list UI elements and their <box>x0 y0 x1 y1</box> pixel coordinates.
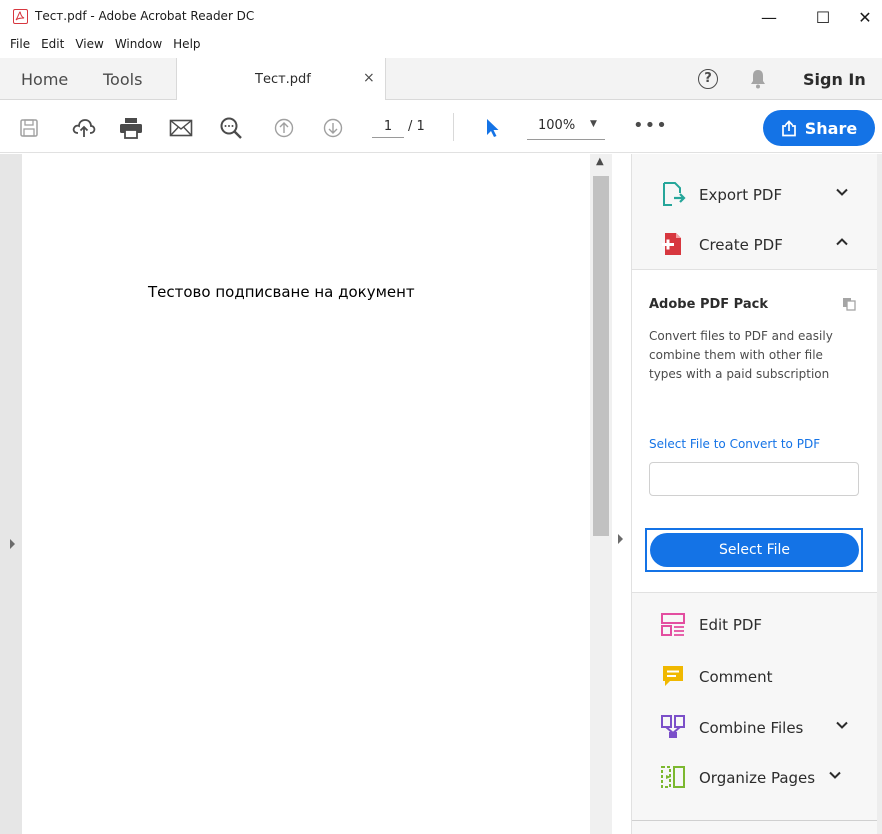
combine-files-label: Combine Files <box>699 719 804 737</box>
create-pdf-label: Create PDF <box>699 236 783 254</box>
maximize-button[interactable]: ☐ <box>806 4 840 30</box>
tab-tools[interactable]: Tools <box>103 70 142 89</box>
chevron-down-icon: ▼ <box>590 119 597 129</box>
menu-edit[interactable]: Edit <box>41 37 64 51</box>
print-icon[interactable] <box>118 115 144 141</box>
chevron-down-icon <box>829 771 841 779</box>
menu-help[interactable]: Help <box>173 37 200 51</box>
tools-pane: Export PDF Create PDF Adobe PDF Pack Con… <box>632 154 882 834</box>
tool-comment[interactable]: Comment <box>632 653 877 701</box>
share-label: Share <box>804 118 858 138</box>
menu-file[interactable]: File <box>10 37 30 51</box>
export-pdf-icon <box>663 182 686 206</box>
upload-icon[interactable] <box>71 115 97 141</box>
pdf-page: Тестово подписване на документ <box>22 154 590 834</box>
document-viewport[interactable]: Тестово подписване на документ ▲ <box>0 154 612 834</box>
zoom-value: 100% <box>538 118 576 133</box>
comment-label: Comment <box>699 668 773 686</box>
toolbar: 1 / 1 100% ▼ ••• Share <box>0 101 882 153</box>
document-text: Тестово подписване на документ <box>148 283 415 301</box>
combine-files-icon <box>661 715 685 738</box>
right-panel-toggle <box>612 154 632 834</box>
left-panel-toggle-icon[interactable] <box>10 539 15 549</box>
organize-pages-icon <box>661 766 685 788</box>
toolbar-divider <box>453 113 454 141</box>
share-button[interactable]: Share <box>763 110 875 146</box>
tab-document-label: Тест.pdf <box>255 72 311 87</box>
tab-close-button[interactable]: × <box>363 70 375 86</box>
collapse-panel-icon[interactable] <box>618 534 623 544</box>
pdf-pack-card: Adobe PDF Pack Convert files to PDF and … <box>632 269 877 593</box>
bell-icon[interactable] <box>749 69 767 93</box>
select-file-button[interactable]: Select File <box>650 533 859 567</box>
page-up-icon[interactable] <box>271 115 297 141</box>
export-pdf-label: Export PDF <box>699 186 783 204</box>
tool-export-pdf[interactable]: Export PDF <box>632 171 877 219</box>
vertical-scrollbar[interactable]: ▲ <box>590 154 612 834</box>
tools-divider <box>632 820 877 821</box>
create-pdf-icon <box>662 233 681 255</box>
tool-combine-files[interactable]: Combine Files <box>632 704 877 752</box>
menu-view[interactable]: View <box>75 37 103 51</box>
share-icon <box>781 119 796 136</box>
file-input-field[interactable] <box>649 462 859 496</box>
comment-icon <box>663 666 683 686</box>
tab-document[interactable]: Тест.pdf × <box>176 58 386 100</box>
minimize-button[interactable]: — <box>752 4 786 30</box>
zoom-dropdown[interactable]: 100% ▼ <box>527 118 605 140</box>
tab-bar: Home Tools Тест.pdf × ? Sign In <box>0 58 882 100</box>
chevron-down-icon <box>836 721 848 729</box>
help-icon[interactable]: ? <box>698 69 718 89</box>
pdf-pack-icon <box>843 298 856 311</box>
window-title: Тест.pdf - Adobe Acrobat Reader DC <box>35 9 255 23</box>
scrollbar-thumb[interactable] <box>593 176 609 536</box>
tool-edit-pdf[interactable]: Edit PDF <box>632 601 877 649</box>
acrobat-app-icon <box>13 9 28 24</box>
page-down-icon[interactable] <box>320 115 346 141</box>
edit-pdf-label: Edit PDF <box>699 616 763 634</box>
select-arrow-icon[interactable] <box>479 115 505 141</box>
close-window-button[interactable]: ✕ <box>848 4 882 30</box>
more-tools-button[interactable]: ••• <box>633 115 668 136</box>
chevron-down-icon <box>836 188 848 196</box>
title-bar: Тест.pdf - Adobe Acrobat Reader DC — ☐ ✕ <box>0 0 882 34</box>
sign-in-button[interactable]: Sign In <box>803 70 866 89</box>
tool-create-pdf[interactable]: Create PDF <box>632 221 877 269</box>
tool-organize-pages[interactable]: Organize Pages <box>632 754 877 802</box>
organize-pages-label: Organize Pages <box>699 769 816 787</box>
scroll-up-icon[interactable]: ▲ <box>596 156 604 167</box>
menu-window[interactable]: Window <box>115 37 162 51</box>
chevron-up-icon <box>836 238 848 246</box>
mail-icon[interactable] <box>168 115 194 141</box>
tab-home[interactable]: Home <box>21 70 68 89</box>
save-icon[interactable] <box>16 115 42 141</box>
pdf-pack-title: Adobe PDF Pack <box>649 297 768 312</box>
tools-scrollbar[interactable] <box>877 154 882 834</box>
pdf-pack-description: Convert files to PDF and easily combine … <box>649 329 833 381</box>
select-file-convert-link[interactable]: Select File to Convert to PDF <box>649 437 820 451</box>
edit-pdf-icon <box>661 613 685 636</box>
page-total: / 1 <box>408 119 425 134</box>
page-number-input[interactable]: 1 <box>372 116 404 138</box>
zoom-search-icon[interactable] <box>218 115 244 141</box>
menu-bar: File Edit View Window Help <box>0 34 882 54</box>
